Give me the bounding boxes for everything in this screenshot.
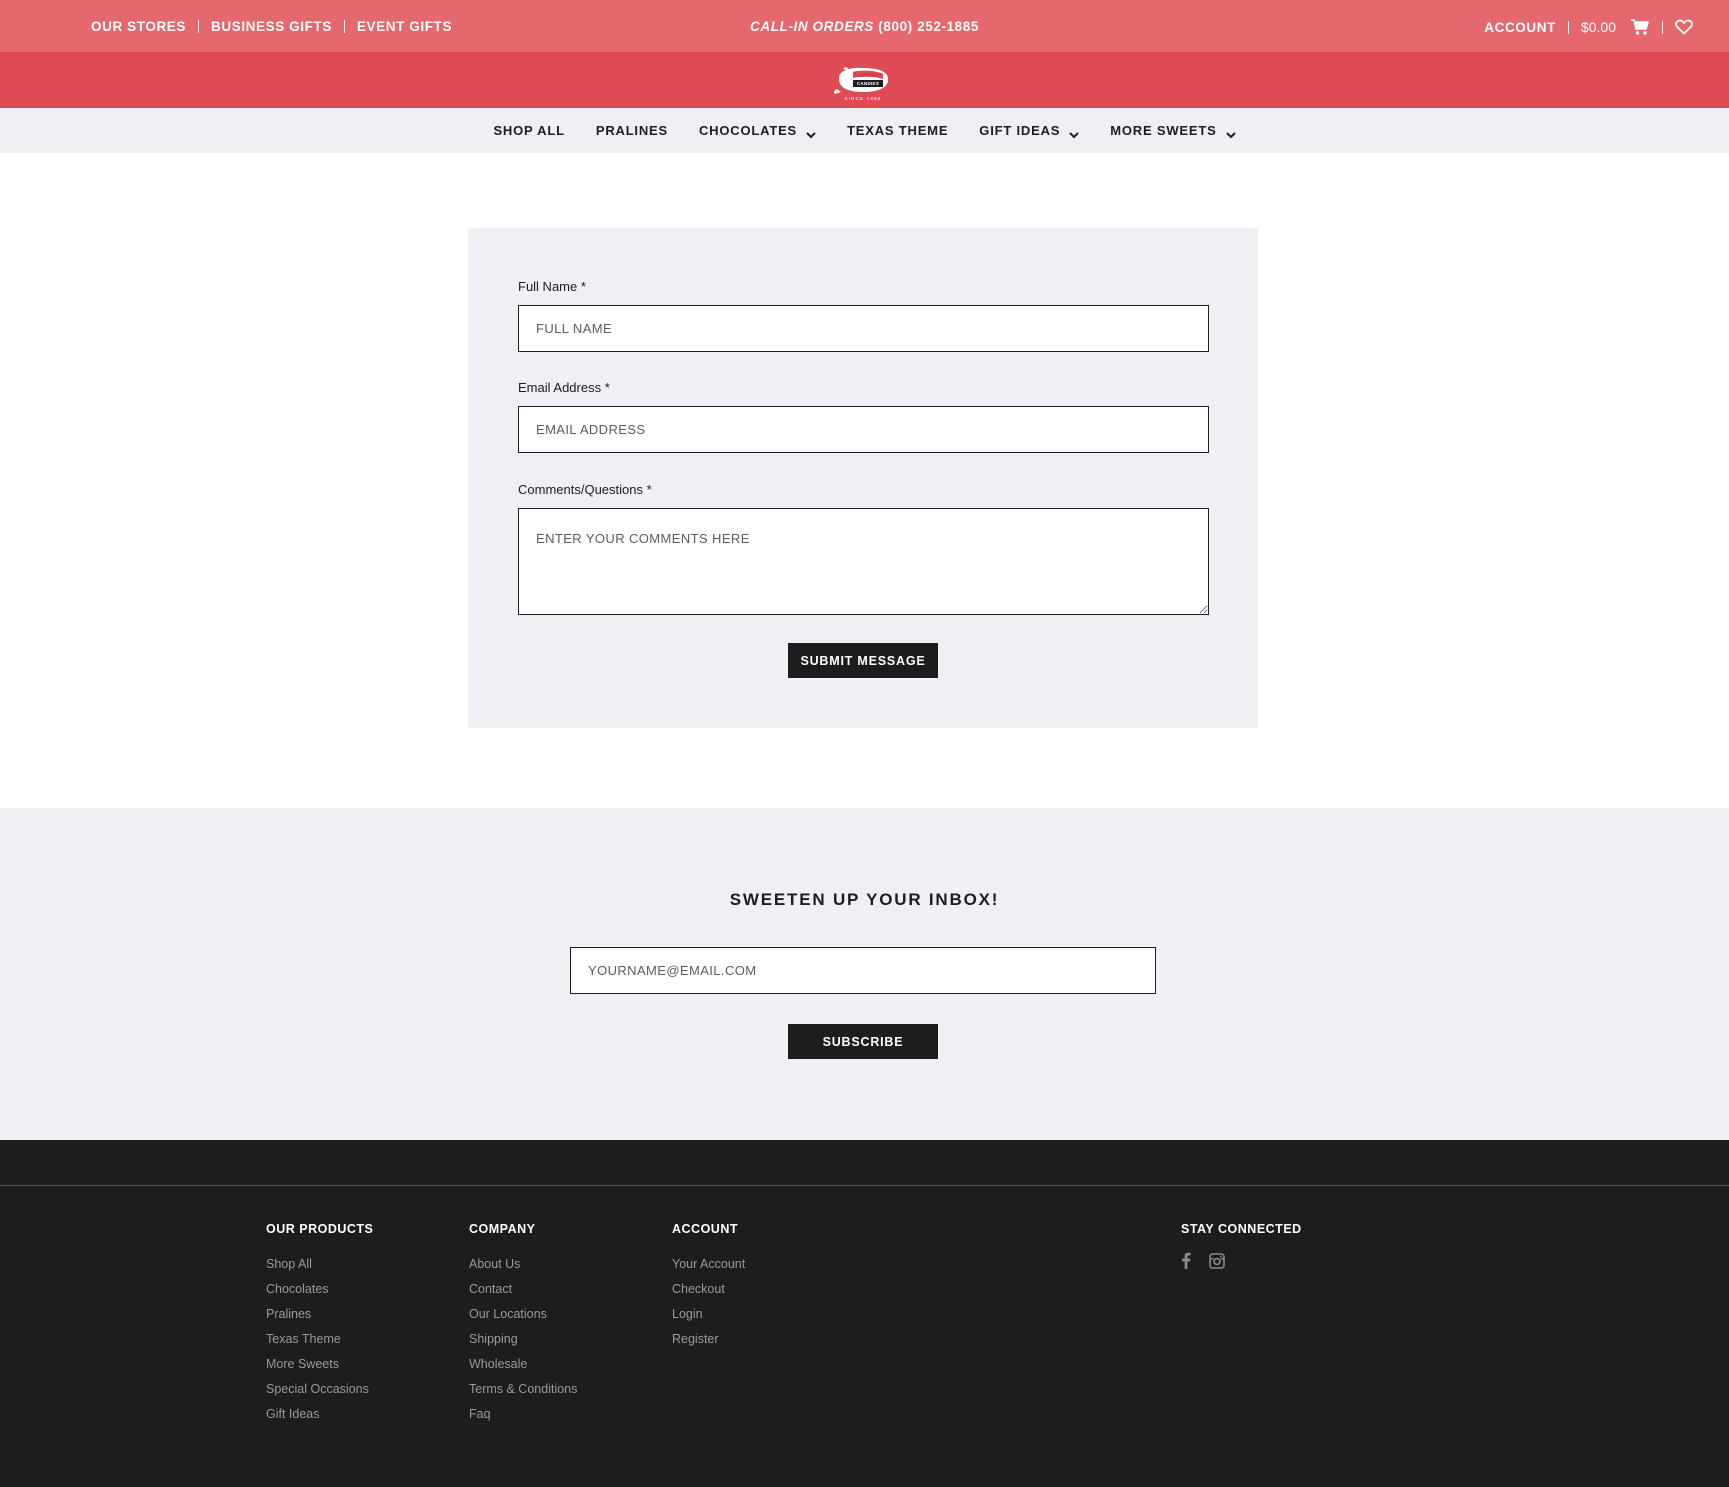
site-footer: OUR PRODUCTS Shop All Chocolates Praline… <box>0 1140 1729 1487</box>
nav-texas-theme[interactable]: TEXAS THEME <box>847 123 948 138</box>
footer-link[interactable]: Faq <box>469 1402 577 1427</box>
call-in-orders: CALL-IN ORDERS (800) 252-1885 <box>0 19 1729 34</box>
footer-link[interactable]: Register <box>672 1327 745 1352</box>
heart-icon[interactable] <box>1675 19 1693 35</box>
facebook-icon[interactable] <box>1181 1252 1191 1274</box>
footer-link[interactable]: Contact <box>469 1277 577 1302</box>
newsletter-section: SWEETEN UP YOUR INBOX! SUBSCRIBE <box>0 808 1729 1140</box>
nav-label: TEXAS THEME <box>847 123 949 138</box>
chevron-down-icon <box>1069 127 1079 139</box>
email-label: Email Address * <box>518 380 610 395</box>
nav-gift-ideas[interactable]: GIFT IDEAS <box>979 123 1079 139</box>
footer-products-heading: OUR PRODUCTS <box>266 1222 374 1236</box>
footer-company-heading: COMPANY <box>469 1222 536 1236</box>
footer-connect-heading: STAY CONNECTED <box>1181 1222 1302 1236</box>
account-link[interactable]: ACCOUNT <box>1484 20 1556 35</box>
subscribe-button[interactable]: SUBSCRIBE <box>788 1024 938 1059</box>
nav-more-sweets[interactable]: MORE SWEETS <box>1110 123 1236 139</box>
footer-link[interactable]: Shipping <box>469 1327 577 1352</box>
submit-message-button[interactable]: SUBMIT MESSAGE <box>788 643 938 678</box>
footer-link[interactable]: Shop All <box>266 1252 373 1277</box>
footer-products-column: OUR PRODUCTS Shop All Chocolates Praline… <box>266 1222 373 1427</box>
cart-icon[interactable] <box>1630 18 1650 36</box>
account-cart-area: ACCOUNT $0.00 <box>1484 17 1693 37</box>
footer-link[interactable]: Texas Theme <box>266 1327 373 1352</box>
newsletter-heading: SWEETEN UP YOUR INBOX! <box>729 890 1000 909</box>
footer-connect-column: STAY CONNECTED <box>1181 1222 1302 1274</box>
nav-label: MORE SWEETS <box>1110 123 1217 138</box>
call-in-number[interactable]: (800) 252-1885 <box>878 19 979 34</box>
chevron-down-icon <box>1225 127 1236 139</box>
comments-textarea[interactable] <box>518 508 1209 615</box>
footer-link[interactable]: Checkout <box>672 1277 745 1302</box>
nav-label: SHOP ALL <box>493 123 565 138</box>
instagram-icon[interactable] <box>1209 1252 1225 1274</box>
footer-divider <box>0 1185 1729 1186</box>
logo-since: SINCE 1885 <box>844 96 881 101</box>
footer-link[interactable]: Your Account <box>672 1252 745 1277</box>
footer-link[interactable]: Our Locations <box>469 1302 577 1327</box>
lammes-logo[interactable]: Lammes CANDIES SINCE 1885 <box>831 62 895 102</box>
footer-link[interactable]: Gift Ideas <box>266 1402 373 1427</box>
footer-link[interactable]: Special Occasions <box>266 1377 373 1402</box>
call-in-label: CALL-IN ORDERS <box>750 19 874 34</box>
nav-chocolates[interactable]: CHOCOLATES <box>698 123 816 139</box>
nav-label: GIFT IDEAS <box>979 123 1061 138</box>
divider <box>1567 20 1569 34</box>
logo-band: Lammes CANDIES SINCE 1885 <box>0 52 1729 108</box>
nav-label: PRALINES <box>595 123 668 138</box>
full-name-input[interactable] <box>518 305 1209 352</box>
footer-link[interactable]: More Sweets <box>266 1352 373 1377</box>
logo-subtitle: CANDIES <box>857 81 879 86</box>
nav-pralines[interactable]: PRALINES <box>596 123 668 138</box>
footer-link[interactable]: Pralines <box>266 1302 373 1327</box>
top-utility-bar: OUR STORES BUSINESS GIFTS EVENT GIFTS CA… <box>0 0 1729 52</box>
footer-link[interactable]: Chocolates <box>266 1277 373 1302</box>
footer-link[interactable]: About Us <box>469 1252 577 1277</box>
footer-link[interactable]: Terms & Conditions <box>469 1377 577 1402</box>
cart-total[interactable]: $0.00 <box>1581 19 1616 35</box>
footer-company-column: COMPANY About Us Contact Our Locations S… <box>469 1222 577 1427</box>
comments-label: Comments/Questions * <box>518 482 652 497</box>
newsletter-email-input[interactable] <box>570 947 1156 994</box>
footer-account-heading: ACCOUNT <box>672 1222 738 1236</box>
full-name-label: Full Name * <box>518 279 586 294</box>
logo-wordmark: Lammes <box>853 70 882 79</box>
divider <box>1662 20 1663 34</box>
contact-form-panel: Full Name * Email Address * Comments/Que… <box>468 228 1258 728</box>
chevron-down-icon <box>806 127 816 139</box>
email-input[interactable] <box>518 406 1209 453</box>
footer-account-column: ACCOUNT Your Account Checkout Login Regi… <box>672 1222 745 1352</box>
social-icons <box>1181 1252 1302 1274</box>
nav-shop-all[interactable]: SHOP ALL <box>493 123 564 138</box>
main-navigation: SHOP ALL PRALINES CHOCOLATES TEXAS THEME… <box>0 108 1729 153</box>
footer-link[interactable]: Login <box>672 1302 745 1327</box>
footer-link[interactable]: Wholesale <box>469 1352 577 1377</box>
nav-label: CHOCOLATES <box>698 123 798 138</box>
